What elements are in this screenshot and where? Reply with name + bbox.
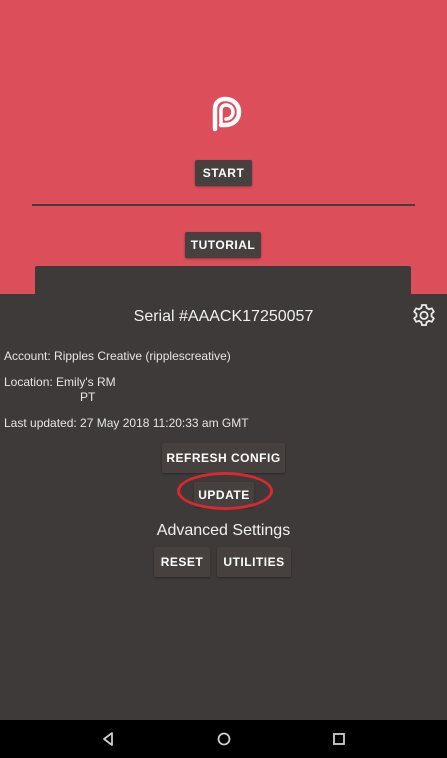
account-text: Account: Ripples Creative (ripplescreati… — [4, 349, 231, 363]
recents-square-icon[interactable] — [330, 730, 348, 748]
back-triangle-icon[interactable] — [99, 730, 117, 748]
gear-icon[interactable] — [411, 303, 437, 329]
reset-button[interactable]: RESET — [154, 547, 210, 577]
serial-title: Serial #AAACK17250057 — [133, 308, 314, 325]
location-text-cont: PT — [80, 390, 96, 404]
utilities-button[interactable]: UTILITIES — [217, 547, 291, 577]
card-edge — [35, 266, 411, 296]
ripples-logo-icon — [212, 96, 242, 132]
update-button[interactable]: UPDATE — [194, 482, 254, 507]
app-home-screen: START TUTORIAL — [0, 0, 447, 296]
home-circle-icon[interactable] — [215, 730, 233, 748]
device-info-panel: Serial #AAACK17250057 Account: Ripples C… — [0, 294, 447, 720]
last-updated-text: Last updated: 27 May 2018 11:20:33 am GM… — [4, 416, 249, 430]
tutorial-button[interactable]: TUTORIAL — [185, 232, 261, 258]
location-text: Location: Emily's RM — [4, 375, 116, 389]
refresh-config-button[interactable]: REFRESH CONFIG — [162, 443, 285, 473]
advanced-settings-title: Advanced Settings — [156, 522, 291, 539]
start-button[interactable]: START — [195, 160, 252, 186]
android-navigation-bar — [0, 720, 447, 758]
divider — [32, 204, 415, 206]
